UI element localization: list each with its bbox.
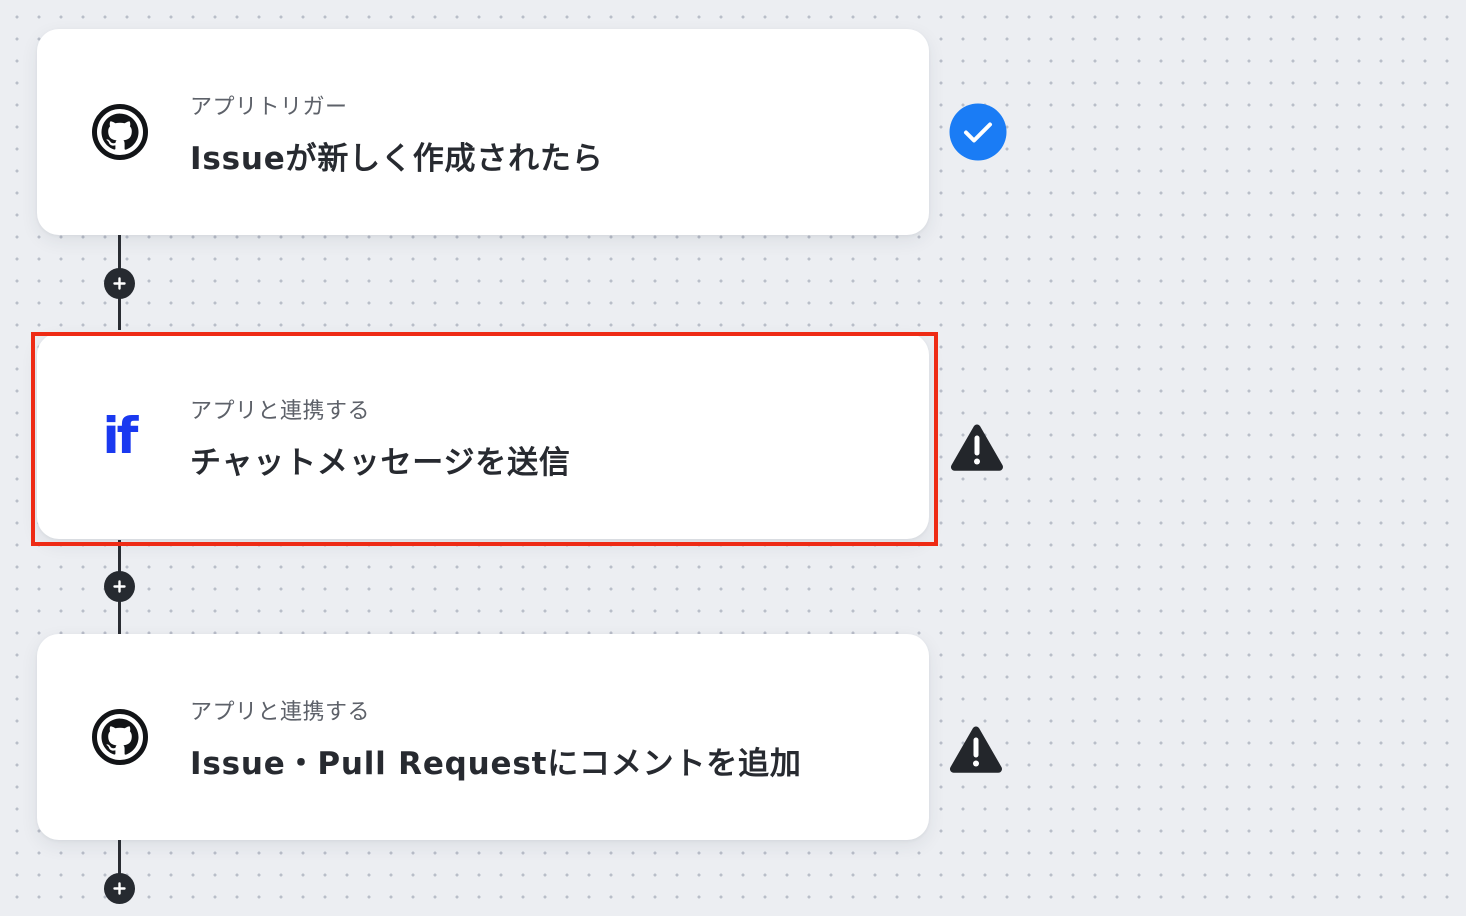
flow-step-card-send-message[interactable]: if アプリと連携する チャットメッセージを送信: [37, 333, 929, 539]
add-step-button[interactable]: [104, 571, 135, 602]
step-title: Issue・Pull Requestにコメントを追加: [190, 746, 802, 782]
step-type-label: アプリトリガー: [190, 95, 348, 120]
add-step-button[interactable]: [104, 873, 135, 904]
plus-icon: [113, 882, 126, 895]
if-app-icon: if: [90, 407, 148, 465]
add-step-button[interactable]: [104, 268, 135, 299]
step-type-label: アプリと連携する: [190, 700, 371, 725]
warning-triangle-icon: [948, 421, 1006, 475]
flow-step-card-trigger[interactable]: アプリトリガー Issueが新しく作成されたら: [37, 29, 929, 235]
check-circle-icon: [949, 103, 1007, 161]
step-title: チャットメッセージを送信: [190, 445, 571, 481]
plus-icon: [113, 580, 126, 593]
github-icon: [91, 103, 149, 161]
step-title: Issueが新しく作成されたら: [190, 141, 604, 177]
github-icon: [91, 708, 149, 766]
if-app-icon-text: if: [102, 407, 139, 465]
warning-triangle-icon: [947, 723, 1005, 777]
plus-icon: [113, 277, 126, 290]
step-type-label: アプリと連携する: [190, 399, 371, 424]
flow-step-card-add-comment[interactable]: アプリと連携する Issue・Pull Requestにコメントを追加: [37, 634, 929, 840]
